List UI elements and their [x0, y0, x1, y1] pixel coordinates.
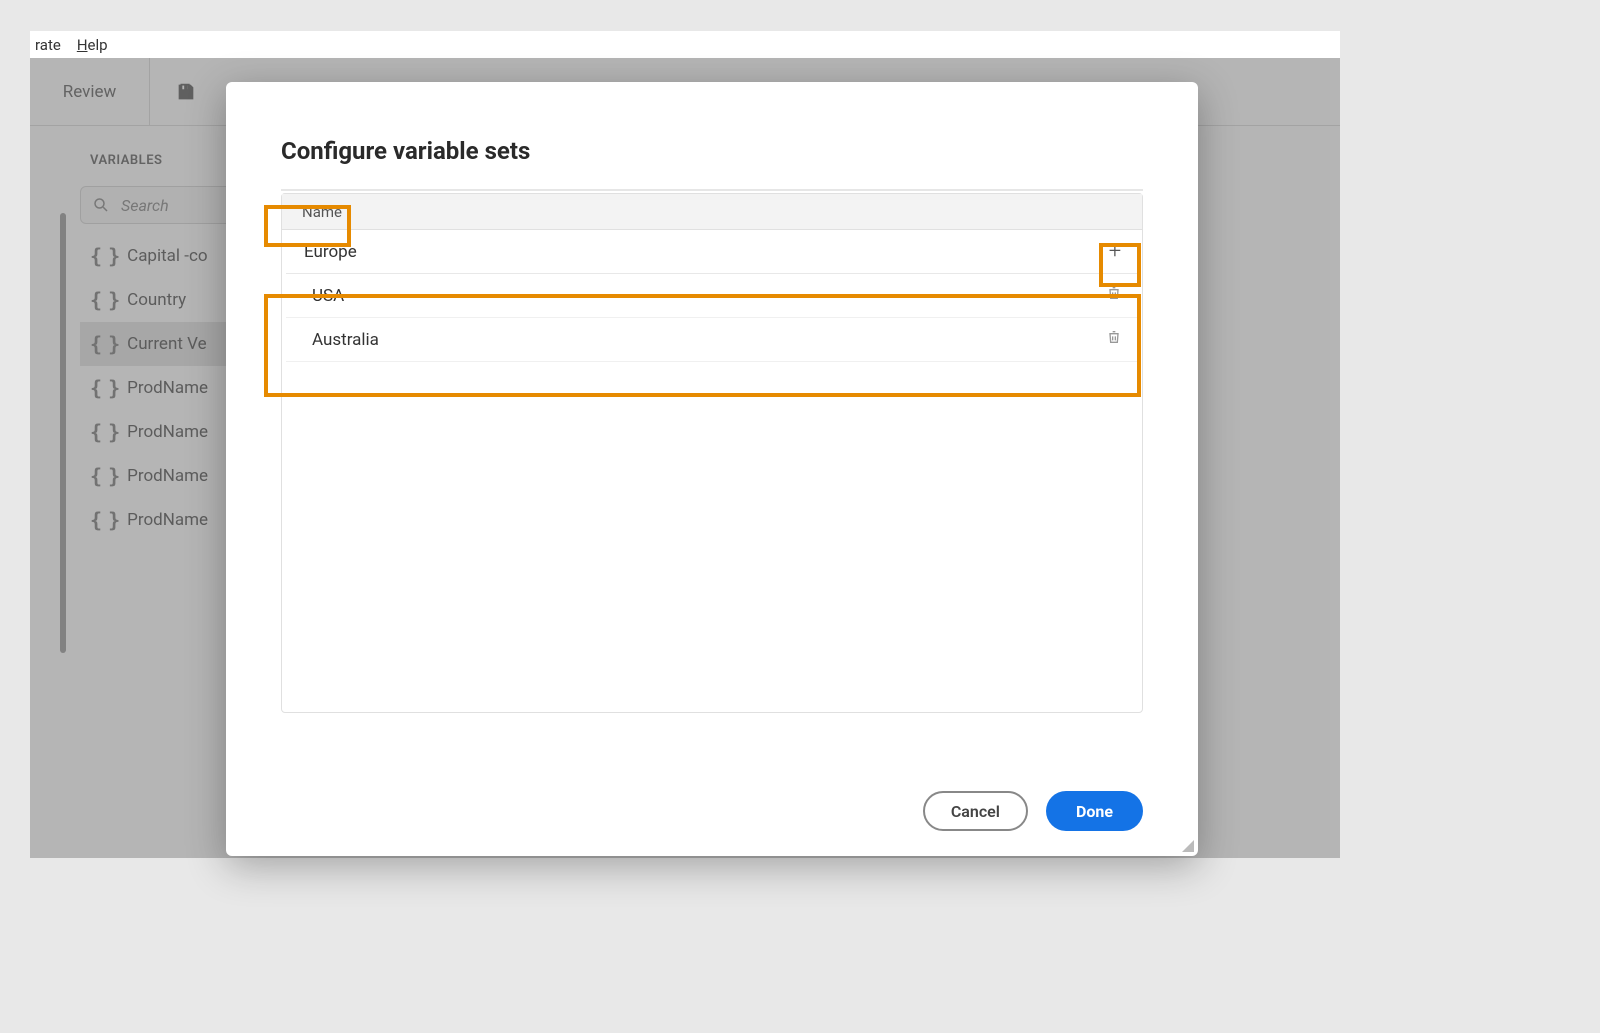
variable-set-row[interactable]: Australia: [286, 318, 1138, 362]
cancel-button[interactable]: Cancel: [923, 791, 1028, 831]
menu-item-rate[interactable]: rate: [35, 36, 61, 54]
divider: [281, 189, 1143, 191]
delete-set-button[interactable]: [1106, 284, 1122, 307]
add-set-button[interactable]: +: [1100, 237, 1130, 267]
plus-icon: +: [1109, 239, 1121, 264]
dialog-body: Configure variable sets Name + USA Austra…: [226, 82, 1198, 766]
existing-sets: USA Australia: [282, 274, 1142, 362]
new-set-name-input[interactable]: [304, 242, 1090, 262]
new-set-row: +: [286, 230, 1138, 274]
dialog-footer: Cancel Done: [226, 766, 1198, 856]
done-button[interactable]: Done: [1046, 791, 1143, 831]
name-column-header: Name: [282, 194, 1142, 230]
trash-icon: [1106, 284, 1122, 302]
dialog-title: Configure variable sets: [281, 137, 1143, 165]
menu-item-help[interactable]: Help: [77, 36, 108, 54]
variable-set-row[interactable]: USA: [286, 274, 1138, 318]
delete-set-button[interactable]: [1106, 328, 1122, 351]
menu-help-accel: H: [77, 36, 88, 54]
trash-icon: [1106, 328, 1122, 346]
resize-grip[interactable]: [1180, 838, 1194, 852]
menu-help-rest: elp: [88, 36, 108, 54]
variable-sets-listbox: Name + USA Australia: [281, 193, 1143, 713]
variable-set-name: Australia: [312, 330, 379, 350]
configure-variable-sets-dialog: Configure variable sets Name + USA Austra…: [226, 82, 1198, 856]
menubar: rate Help: [30, 31, 1340, 59]
variable-set-name: USA: [312, 286, 344, 306]
